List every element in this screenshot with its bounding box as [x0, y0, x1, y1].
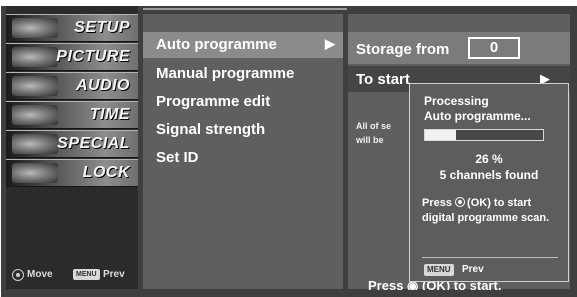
menu-item-setup[interactable]: SETUP — [6, 14, 138, 42]
popup-title: Processing Auto programme... — [424, 94, 531, 124]
move-label: Move — [27, 269, 53, 280]
processing-popup: Processing Auto programme... 26 % 5 chan… — [409, 83, 569, 282]
ok-button-icon — [455, 197, 466, 207]
menu-key-icon: MENU — [424, 264, 454, 276]
divider — [143, 8, 347, 10]
progress-fill — [425, 130, 456, 140]
move-icon — [12, 269, 24, 281]
press-line: (OK) to start — [467, 197, 532, 209]
info-text: All of se will be — [356, 119, 416, 147]
time-icon — [12, 105, 58, 125]
progress-percent: 26 % — [475, 152, 503, 166]
submenu-item-auto-programme[interactable]: Auto programme ▶ — [143, 32, 343, 58]
menu-item-label: PICTURE — [56, 48, 130, 65]
storage-from-row[interactable]: Storage from 0 — [348, 32, 570, 64]
prev-label: Prev — [462, 264, 484, 275]
setup-submenu: Auto programme ▶ Manual programme Progra… — [143, 14, 343, 289]
menu-item-label: TIME — [89, 106, 130, 123]
divider — [422, 257, 558, 258]
menu-item-label: LOCK — [82, 164, 130, 181]
menu-item-picture[interactable]: PICTURE — [6, 43, 138, 71]
audio-icon — [12, 76, 58, 96]
progress-bar — [424, 129, 544, 141]
prev-label: Prev — [103, 269, 125, 280]
storage-from-value[interactable]: 0 — [468, 37, 520, 59]
lock-icon — [12, 163, 58, 183]
submenu-item-label: Programme edit — [156, 93, 271, 110]
menu-key-icon: MENU — [73, 269, 100, 280]
menu-item-special[interactable]: SPECIAL — [6, 130, 138, 158]
submenu-item-label: Manual programme — [156, 65, 295, 82]
submenu-item-programme-edit[interactable]: Programme edit — [143, 89, 343, 115]
menu-item-label: SETUP — [74, 19, 130, 36]
menu-item-label: SPECIAL — [57, 135, 130, 152]
press-word: Press — [422, 197, 452, 209]
submenu-item-set-id[interactable]: Set ID — [143, 145, 343, 171]
channels-found: 5 channels found — [439, 168, 539, 182]
press-ok-instruction: Press (OK) to start digital programme sc… — [422, 196, 549, 226]
menu-footer-hint: Move MENU Prev — [6, 267, 138, 285]
special-icon — [12, 134, 58, 154]
info-line: All of se — [356, 121, 392, 131]
press-line: digital programme scan. — [422, 212, 550, 224]
submenu-item-signal-strength[interactable]: Signal strength — [143, 117, 343, 143]
submenu-item-label: Set ID — [156, 149, 199, 166]
menu-item-audio[interactable]: AUDIO — [6, 72, 138, 100]
chevron-right-icon: ▶ — [325, 36, 335, 51]
to-start-label: To start — [356, 71, 410, 88]
menu-item-time[interactable]: TIME — [6, 101, 138, 129]
popup-title-line: Processing — [424, 94, 489, 108]
main-menu-sidebar: SETUP PICTURE AUDIO TIME SPECIAL LOCK Mo… — [6, 6, 138, 289]
setup-icon — [12, 18, 58, 38]
picture-icon — [12, 47, 58, 67]
popup-title-line: Auto programme... — [424, 109, 531, 123]
menu-item-lock[interactable]: LOCK — [6, 159, 138, 187]
submenu-item-label: Signal strength — [156, 121, 266, 138]
storage-from-label: Storage from — [356, 41, 450, 58]
info-line: will be — [356, 135, 384, 145]
submenu-item-manual-programme[interactable]: Manual programme — [143, 61, 343, 87]
menu-item-label: AUDIO — [75, 77, 130, 94]
submenu-item-label: Auto programme — [156, 36, 277, 53]
